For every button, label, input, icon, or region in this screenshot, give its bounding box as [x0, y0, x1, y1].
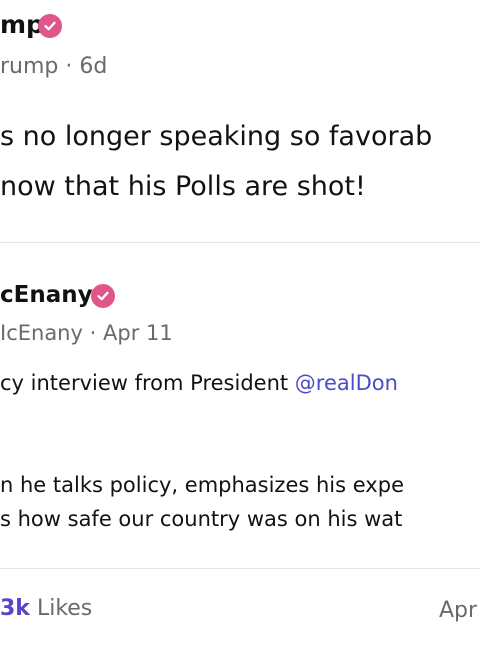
- quoted-handle[interactable]: IcEnany: [0, 321, 83, 345]
- mention-link[interactable]: @realDon: [295, 371, 398, 395]
- quoted-date[interactable]: Apr 11: [103, 321, 173, 345]
- meta-separator: ·: [89, 321, 97, 345]
- quoted-author-name[interactable]: cEnany: [0, 282, 93, 308]
- likes-count[interactable]: 3k Likes: [0, 596, 92, 621]
- quoted-text-line-2: n he talks policy, emphasizes his expe: [0, 473, 404, 497]
- divider: [0, 242, 480, 243]
- likes-number[interactable]: 3k: [0, 596, 30, 621]
- post-text-line-1: s no longer speaking so favorab: [0, 121, 433, 152]
- post-handle[interactable]: rump: [0, 54, 58, 79]
- meta-separator: ·: [65, 54, 73, 79]
- footer-date: Apr: [439, 598, 478, 623]
- divider: [0, 568, 480, 569]
- likes-label: Likes: [29, 596, 93, 621]
- quoted-text-prefix: cy interview from President: [0, 371, 295, 395]
- quoted-meta: IcEnany · Apr 11: [0, 321, 173, 345]
- post-text-line-2: now that his Polls are shot!: [0, 171, 366, 202]
- post-timestamp[interactable]: 6d: [79, 54, 107, 79]
- quoted-text-line-3: s how safe our country was on his wat: [0, 507, 403, 531]
- verified-badge-icon: [38, 14, 62, 38]
- post-meta: rump · 6d: [0, 54, 107, 79]
- quoted-text-line-1: cy interview from President @realDon: [0, 371, 398, 395]
- quoted-verified-badge-icon: [91, 284, 115, 308]
